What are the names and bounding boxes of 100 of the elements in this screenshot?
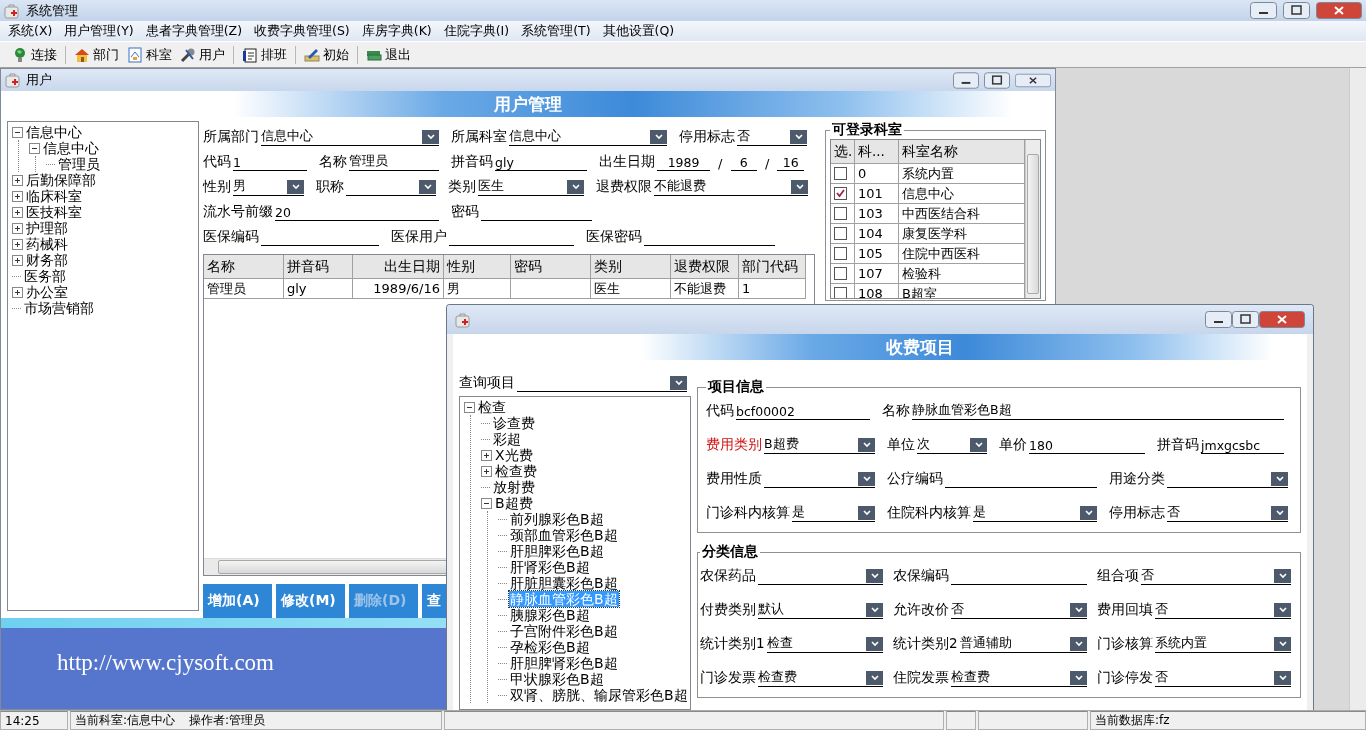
tree-item[interactable]: 甲状腺彩色B超	[509, 671, 605, 687]
dropdown-arrow-button[interactable]	[866, 671, 883, 685]
dropdown-arrow-button[interactable]	[866, 637, 883, 651]
close-button[interactable]	[1259, 311, 1305, 328]
dropdown-arrow-button[interactable]	[419, 180, 436, 194]
dropdown-arrow-button[interactable]	[1271, 506, 1288, 520]
dropdown-field[interactable]: 否	[1155, 669, 1291, 687]
tree-item[interactable]: 药械科	[25, 236, 69, 252]
expand-icon[interactable]	[12, 254, 23, 266]
expand-icon[interactable]	[12, 174, 23, 186]
dropdown-field[interactable]: 检查费	[758, 669, 883, 687]
dropdown-arrow-button[interactable]	[1070, 603, 1087, 617]
column-header[interactable]: 科...	[855, 140, 899, 164]
tree-item[interactable]: 临床科室	[25, 188, 83, 204]
dropdown-field[interactable]	[1167, 471, 1288, 488]
column-header[interactable]: 类别	[591, 255, 671, 279]
tree-item[interactable]: X光费	[494, 447, 534, 463]
minimize-button[interactable]	[1250, 2, 1277, 19]
input-field[interactable]: 16	[777, 154, 804, 171]
menu-item[interactable]: 住院字典(I)	[437, 22, 516, 40]
dropdown-field[interactable]: 信息中心	[261, 128, 439, 146]
dropdown-field[interactable]: 否	[951, 601, 1087, 619]
tree-item[interactable]: B超费	[494, 495, 534, 511]
input-field[interactable]: 1989	[657, 154, 711, 171]
dropdown-field[interactable]: 否	[1155, 601, 1291, 619]
checkbox[interactable]	[834, 247, 847, 260]
expand-icon[interactable]	[12, 190, 23, 202]
dropdown-arrow-button[interactable]	[1274, 569, 1291, 583]
collapse-icon[interactable]	[12, 126, 23, 138]
toolbar-button[interactable]: 科室	[125, 45, 174, 64]
column-header[interactable]: 退费权限	[671, 255, 739, 279]
close-button[interactable]	[1015, 71, 1051, 89]
action-button[interactable]: 增加(A)	[203, 584, 272, 618]
tree-item[interactable]: 肝肾彩色B超	[509, 559, 591, 575]
maximize-button[interactable]	[984, 71, 1010, 89]
expand-icon[interactable]	[12, 222, 23, 234]
dropdown-field[interactable]: 系统内置	[1155, 635, 1291, 653]
dropdown-arrow-button[interactable]	[866, 569, 883, 583]
checkbox[interactable]	[834, 227, 847, 240]
dropdown-arrow-button[interactable]	[1070, 637, 1087, 651]
expand-icon[interactable]	[481, 465, 492, 477]
minimize-button[interactable]	[953, 71, 979, 89]
dropdown-arrow-button[interactable]	[858, 472, 875, 486]
dropdown-arrow-button[interactable]	[567, 180, 584, 194]
input-field[interactable]: 管理员	[349, 153, 439, 171]
dropdown-arrow-button[interactable]	[1274, 637, 1291, 651]
minimize-button[interactable]	[1205, 311, 1232, 328]
tree-item[interactable]: 信息中心	[25, 124, 83, 140]
column-header[interactable]: 名称	[204, 255, 284, 279]
tree-item[interactable]: 护理部	[25, 220, 69, 236]
dropdown-arrow-button[interactable]	[1274, 671, 1291, 685]
tree-item[interactable]: 检查	[477, 399, 507, 415]
menu-item[interactable]: 系统(X)	[2, 22, 59, 40]
dropdown-field[interactable]: 否	[1167, 504, 1288, 522]
menu-item[interactable]: 库房字典(K)	[355, 22, 438, 40]
dropdown-arrow-button[interactable]	[1271, 472, 1288, 486]
dropdown-field[interactable]	[346, 179, 436, 196]
menu-item[interactable]: 其他设置(Q)	[596, 22, 681, 40]
dropdown-field[interactable]: 医生	[478, 178, 584, 196]
menu-item[interactable]: 系统管理(T)	[515, 22, 597, 40]
tree-item[interactable]: 孕检彩色B超	[509, 639, 591, 655]
dropdown-field[interactable]: B超费	[764, 436, 875, 454]
tree-item[interactable]: 医技科室	[25, 204, 83, 220]
tree-item[interactable]: 子宫附件彩色B超	[509, 623, 619, 639]
dropdown-field[interactable]	[764, 471, 875, 488]
input-field[interactable]: bcf00002	[736, 403, 870, 420]
collapse-icon[interactable]	[464, 401, 475, 413]
tree-item[interactable]: 后勤保障部	[25, 172, 97, 188]
tree-item[interactable]: 检查费	[494, 463, 538, 479]
dropdown-arrow-button[interactable]	[287, 180, 304, 194]
tree-item[interactable]: 放射费	[492, 479, 536, 495]
toolbar-button[interactable]: 部门	[72, 45, 121, 64]
tree-item[interactable]: 管理员	[57, 156, 101, 172]
dropdown-field[interactable]: 否	[1141, 567, 1291, 585]
tree-item[interactable]: 肝脏胆囊彩色B超	[509, 575, 619, 591]
vertical-scrollbar[interactable]	[1025, 140, 1040, 298]
expand-icon[interactable]	[12, 286, 23, 298]
checkbox[interactable]	[834, 287, 847, 298]
tree-item[interactable]: 肝胆脾彩色B超	[509, 543, 605, 559]
tree-item[interactable]: 肝胆脾肾彩色B超	[509, 655, 619, 671]
input-field[interactable]: 静脉血管彩色B超	[912, 402, 1284, 420]
column-header[interactable]: 拼音码	[284, 255, 353, 279]
checkbox[interactable]	[834, 187, 847, 200]
input-field[interactable]: gly	[495, 154, 587, 171]
dropdown-field[interactable]: 男	[233, 178, 304, 196]
tree-item[interactable]: 前列腺彩色B超	[509, 511, 605, 527]
dropdown-arrow-button[interactable]	[1070, 671, 1087, 685]
dropdown-field[interactable]	[517, 375, 687, 392]
collapse-icon[interactable]	[481, 497, 492, 509]
dropdown-field[interactable]: 次	[917, 436, 987, 454]
toolbar-button[interactable]: 初始	[302, 45, 351, 64]
dropdown-field[interactable]: 不能退费	[654, 178, 808, 196]
dropdown-field[interactable]: 普通辅助	[959, 635, 1087, 653]
toolbar-button[interactable]: 连接	[10, 45, 59, 64]
tree-item[interactable]: 胰腺彩色B超	[509, 607, 591, 623]
dropdown-field[interactable]: 是	[973, 504, 1097, 522]
checkbox[interactable]	[834, 267, 847, 280]
input-field[interactable]: 6	[730, 154, 758, 171]
dropdown-arrow-button[interactable]	[422, 130, 439, 144]
toolbar-button[interactable]: 退出	[364, 45, 413, 64]
